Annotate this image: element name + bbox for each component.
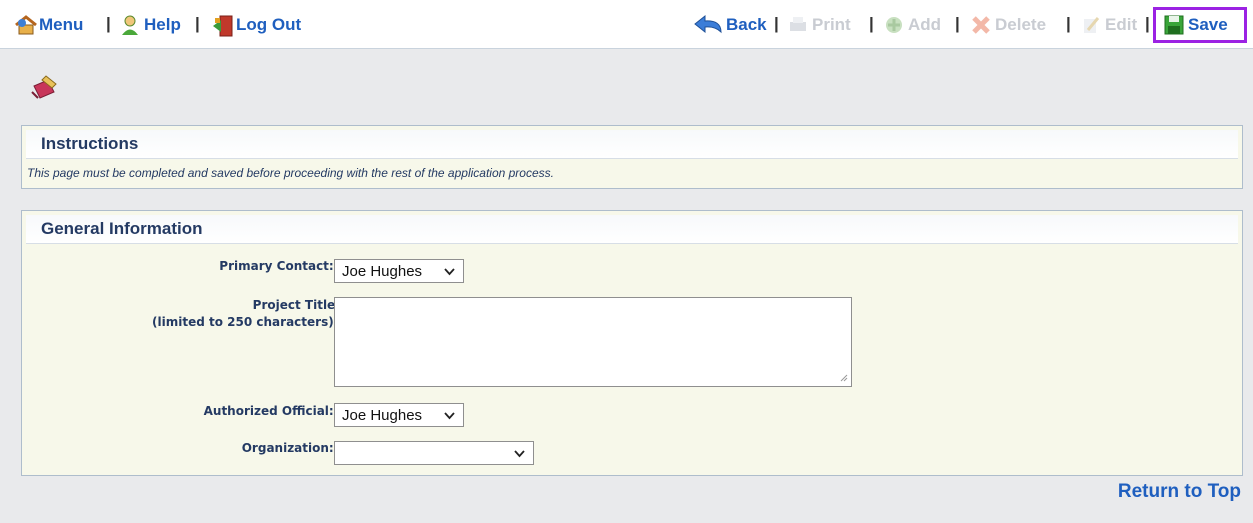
delete-button[interactable]: Delete: [970, 13, 1046, 37]
back-button[interactable]: Back: [693, 13, 767, 37]
instructions-text: This page must be completed and saved be…: [27, 166, 554, 180]
back-arrow-icon: [693, 14, 723, 36]
logout-door-icon: [211, 14, 233, 37]
delete-label: Delete: [995, 15, 1047, 34]
primary-contact-value: Joe Hughes: [342, 262, 423, 280]
authorized-official-select[interactable]: Joe Hughes: [334, 403, 464, 427]
chevron-down-icon: [444, 408, 455, 425]
primary-contact-select[interactable]: Joe Hughes: [334, 259, 464, 283]
return-to-top-link[interactable]: Return to Top: [1118, 481, 1241, 503]
print-label: Print: [812, 15, 851, 34]
edit-button[interactable]: Edit: [1080, 13, 1137, 37]
resize-grip-icon[interactable]: [840, 374, 848, 384]
instructions-panel: Instructions This page must be completed…: [21, 125, 1243, 189]
general-information-title: General Information: [26, 215, 1238, 244]
authorized-official-label: Authorized Official:*: [204, 403, 340, 420]
logout-link[interactable]: Log Out: [211, 13, 301, 37]
back-label: Back: [726, 15, 767, 34]
separator: |: [1066, 14, 1071, 33]
primary-contact-label: Primary Contact:*: [219, 258, 340, 275]
separator: |: [869, 14, 874, 33]
instructions-title: Instructions: [26, 130, 1238, 159]
print-icon: [787, 14, 809, 36]
help-link[interactable]: Help: [119, 13, 181, 37]
edit-icon: [1080, 14, 1102, 36]
logout-label: Log Out: [236, 15, 302, 34]
add-icon: [883, 14, 905, 36]
separator: |: [955, 14, 960, 33]
separator: |: [106, 14, 111, 33]
organization-label: Organization:*: [242, 440, 340, 457]
project-title-label: Project Title: (limited to 250 character…: [152, 298, 340, 329]
organization-select[interactable]: [334, 441, 534, 465]
print-button[interactable]: Print: [787, 13, 851, 37]
add-label: Add: [908, 15, 942, 34]
save-label: Save: [1188, 15, 1228, 34]
chevron-down-icon: [514, 446, 525, 463]
help-person-icon: [119, 14, 141, 36]
chevron-down-icon: [444, 264, 455, 281]
help-label: Help: [144, 15, 181, 34]
menu-link[interactable]: Menu: [14, 13, 83, 37]
edit-label: Edit: [1105, 15, 1138, 34]
separator: |: [774, 14, 779, 33]
save-button[interactable]: Save: [1163, 13, 1228, 37]
add-button[interactable]: Add: [883, 13, 941, 37]
edit-page-icon: [28, 72, 60, 102]
top-toolbar: Menu | Help | Log Out Back | Print | Add…: [0, 0, 1253, 49]
save-disk-icon: [1163, 14, 1185, 36]
separator: |: [1145, 14, 1150, 33]
separator: |: [195, 14, 200, 33]
delete-icon: [970, 14, 992, 36]
authorized-official-value: Joe Hughes: [342, 406, 423, 424]
menu-label: Menu: [39, 15, 84, 34]
menu-home-icon: [14, 14, 37, 36]
project-title-textarea[interactable]: [334, 297, 852, 387]
